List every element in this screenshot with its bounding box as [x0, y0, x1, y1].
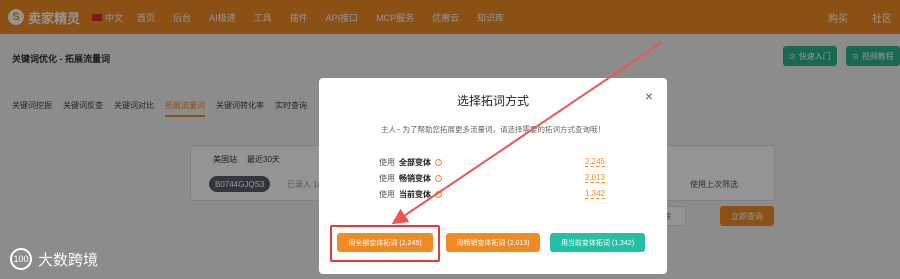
annotation-arrow	[391, 41, 663, 225]
watermark-text: 大数跨境	[38, 251, 99, 269]
watermark: 100 大数跨境	[10, 248, 98, 270]
watermark-logo-icon: 100	[10, 248, 32, 270]
